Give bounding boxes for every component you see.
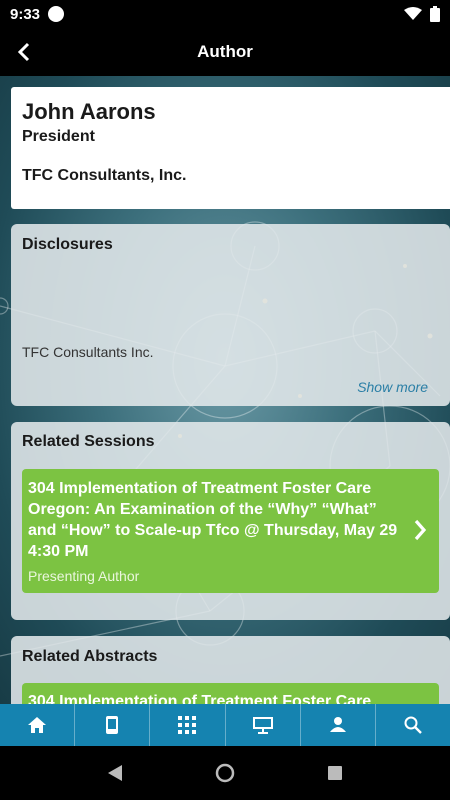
disclosure-text: TFC Consultants Inc. — [22, 344, 154, 360]
phone-icon — [106, 716, 119, 734]
nav-network[interactable] — [301, 704, 376, 746]
grid-icon — [178, 716, 197, 734]
author-organization: TFC Consultants, Inc. — [22, 167, 187, 184]
nav-presentations[interactable] — [226, 704, 301, 746]
author-role: President — [22, 128, 95, 145]
search-icon — [404, 716, 422, 734]
back-button[interactable] — [12, 40, 36, 64]
show-more-link[interactable]: Show more — [357, 379, 428, 395]
system-home-button[interactable] — [205, 753, 245, 793]
status-indicators — [404, 6, 440, 22]
nav-search[interactable] — [376, 704, 450, 746]
nav-home[interactable] — [0, 704, 76, 746]
chevron-left-icon — [17, 42, 30, 62]
nav-grid[interactable] — [150, 704, 226, 746]
system-back-button[interactable] — [95, 753, 135, 793]
status-bar: 9:33 — [0, 0, 450, 28]
related-abstracts-card: Related Abstracts 304 Implementation of … — [11, 636, 450, 704]
system-navigation-bar — [0, 746, 450, 800]
related-sessions-heading: Related Sessions — [22, 433, 155, 450]
related-sessions-card: Related Sessions 304 Implementation of T… — [11, 422, 450, 620]
disclosures-heading: Disclosures — [22, 236, 113, 253]
circle-home-icon — [215, 763, 235, 783]
chevron-right-icon — [414, 519, 427, 541]
nav-mobile[interactable] — [75, 704, 151, 746]
network-icon — [329, 717, 346, 732]
abstract-list-item[interactable]: 304 Implementation of Treatment Foster C… — [22, 683, 439, 704]
app-notification-icon — [48, 6, 65, 22]
abstract-title: 304 Implementation of Treatment Foster C… — [28, 693, 372, 704]
triangle-back-icon — [108, 765, 122, 781]
wifi-icon — [404, 7, 422, 20]
page-title: Author — [197, 42, 253, 61]
system-recents-button[interactable] — [315, 753, 355, 793]
disclosures-card: Disclosures TFC Consultants Inc. Show mo… — [11, 224, 450, 406]
home-icon — [28, 717, 47, 733]
presentation-icon — [252, 717, 273, 734]
session-title: 304 Implementation of Treatment Foster C… — [28, 480, 398, 560]
status-time: 9:33 — [10, 5, 41, 23]
author-detail-content[interactable]: John Aarons President TFC Consultants, I… — [0, 76, 450, 704]
author-card: John Aarons President TFC Consultants, I… — [11, 87, 450, 209]
session-list-item[interactable]: 304 Implementation of Treatment Foster C… — [22, 469, 439, 593]
author-name: John Aarons — [22, 99, 156, 124]
app-bar: Author — [0, 28, 450, 76]
session-role: Presenting Author — [28, 568, 140, 584]
bottom-navigation — [0, 704, 450, 746]
battery-icon — [430, 6, 440, 22]
related-abstracts-heading: Related Abstracts — [22, 648, 158, 665]
square-recents-icon — [328, 766, 342, 780]
